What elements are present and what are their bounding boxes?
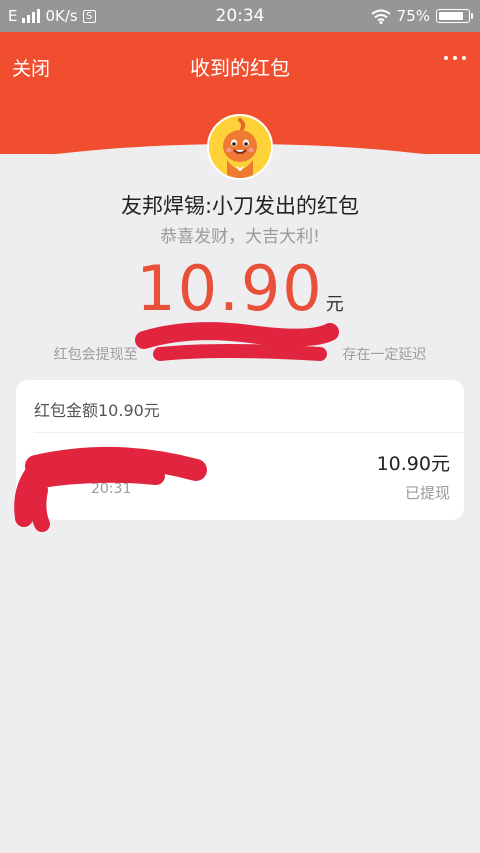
- card-title: 红包金额10.90元: [34, 401, 160, 420]
- redaction-scribble-record: [14, 446, 207, 532]
- record-status: 已提现: [404, 484, 450, 502]
- battery-icon: [436, 9, 473, 23]
- card-divider: [34, 432, 464, 433]
- amount-value: 10.90: [136, 252, 324, 325]
- sender-line: 友邦焊锡:小刀发出的红包: [120, 194, 360, 218]
- record-amount: 10.90元: [376, 453, 450, 475]
- sender-avatar[interactable]: [207, 114, 273, 180]
- amount-unit: 元: [325, 294, 344, 315]
- mascot-icon: [209, 116, 271, 178]
- amount-block: 10.90 元: [0, 252, 480, 325]
- blessing-text: 恭喜发财，大吉大利!: [160, 227, 320, 247]
- status-bar: E 0K/s S 20:34 75%: [0, 0, 480, 32]
- wifi-icon: [371, 9, 391, 24]
- redaction-scribble-top: [135, 322, 339, 361]
- more-menu-icon[interactable]: [444, 56, 466, 60]
- battery-percent: 75%: [396, 7, 430, 25]
- page-title: 收到的红包: [190, 56, 290, 80]
